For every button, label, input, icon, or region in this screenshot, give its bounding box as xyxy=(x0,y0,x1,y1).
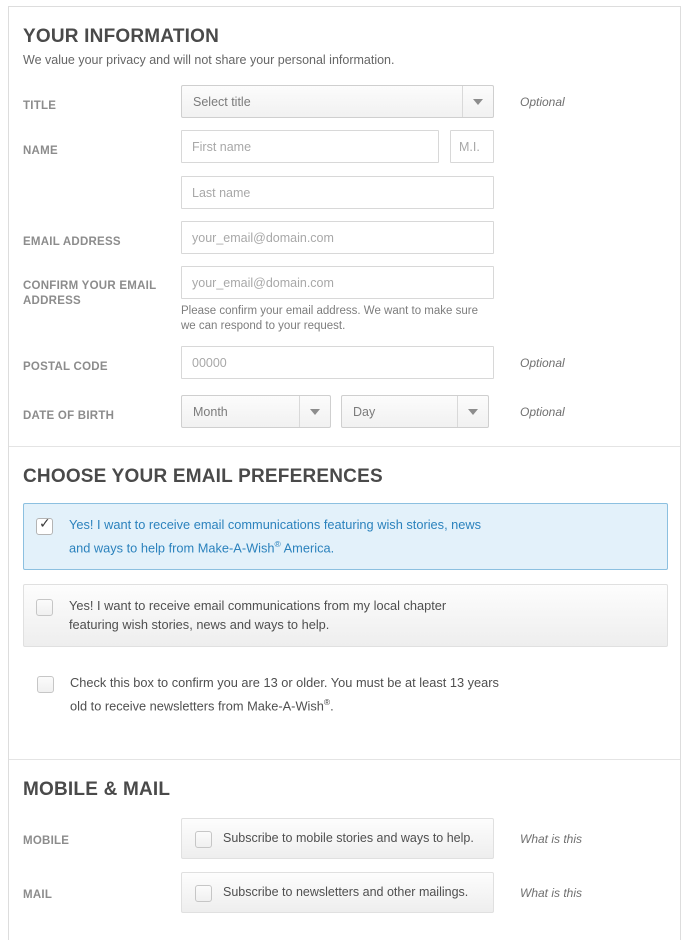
dob-optional-note: Optional xyxy=(520,405,565,419)
pref-text-main: Check this box to confirm you are 13 or … xyxy=(70,675,499,714)
mail-subscribe-box[interactable]: Subscribe to newsletters and other maili… xyxy=(181,871,494,913)
mobile-what-is-this-link[interactable]: What is this xyxy=(520,832,582,846)
last-name-input[interactable] xyxy=(181,176,494,209)
pref-text-main: Yes! I want to receive email communicati… xyxy=(69,598,447,632)
form-card: YOUR INFORMATION We value your privacy a… xyxy=(8,6,681,940)
first-name-input[interactable] xyxy=(181,130,439,163)
checkbox-local-chapter-email[interactable] xyxy=(36,599,53,617)
privacy-subtitle: We value your privacy and will not share… xyxy=(23,53,395,67)
mail-subscribe-label: Subscribe to newsletters and other maili… xyxy=(223,885,469,900)
chevron-down-icon xyxy=(299,396,330,427)
information-fields: TITLE Select title Optional NAME First n… xyxy=(23,69,666,428)
section-your-information: YOUR INFORMATION We value your privacy a… xyxy=(9,7,680,428)
mobile-mail-title: MOBILE & MAIL xyxy=(23,778,171,800)
row-name: NAME xyxy=(23,130,666,209)
email-pref-option-age-confirm-label: Check this box to confirm you are 13 or … xyxy=(70,674,500,715)
dob-day-value: Day xyxy=(353,404,376,419)
chevron-down-icon xyxy=(457,396,488,427)
row-date-of-birth: DATE OF BIRTH Month Day Optional xyxy=(23,395,666,428)
label-date-of-birth: DATE OF BIRTH xyxy=(23,410,115,422)
label-confirm-email: CONFIRM YOUR EMAIL ADDRESS xyxy=(23,280,157,307)
email-preference-options: ✓ Yes! I want to receive email communica… xyxy=(23,489,668,759)
dob-month-select[interactable]: Month xyxy=(181,395,331,428)
checkbox-age-confirmation[interactable] xyxy=(37,676,54,694)
check-icon: ✓ xyxy=(39,516,51,532)
title-select[interactable]: Select title xyxy=(181,85,494,118)
pref-text-tail: . xyxy=(330,698,334,714)
section-email-preferences: CHOOSE YOUR EMAIL PREFERENCES ✓ Yes! I w… xyxy=(9,446,680,759)
email-input[interactable] xyxy=(181,221,494,254)
row-email-address: EMAIL ADDRESS xyxy=(23,221,666,254)
row-mail: MAIL Subscribe to newsletters and other … xyxy=(23,871,666,913)
dob-day-select[interactable]: Day xyxy=(341,395,489,428)
mobile-mail-rows: MOBILE Subscribe to mobile stories and w… xyxy=(23,802,666,940)
mail-what-is-this-link[interactable]: What is this xyxy=(520,886,582,900)
label-name: NAME xyxy=(23,145,58,157)
middle-initial-input[interactable] xyxy=(450,130,494,163)
row-mobile: MOBILE Subscribe to mobile stories and w… xyxy=(23,817,666,859)
postal-code-input[interactable] xyxy=(181,346,494,379)
email-pref-option-age-confirm[interactable]: Check this box to confirm you are 13 or … xyxy=(23,661,668,728)
pref-text-tail: America. xyxy=(280,539,335,555)
title-select-value: Select title xyxy=(193,94,251,109)
label-email-address: EMAIL ADDRESS xyxy=(23,236,121,248)
label-mobile: MOBILE xyxy=(23,834,70,847)
email-pref-option-national[interactable]: ✓ Yes! I want to receive email communica… xyxy=(23,503,668,571)
page-title: YOUR INFORMATION xyxy=(23,26,220,47)
checkbox-national-email[interactable]: ✓ xyxy=(36,516,53,535)
email-pref-option-local-chapter[interactable]: Yes! I want to receive email communicati… xyxy=(23,584,668,648)
checkbox-mail-subscribe[interactable] xyxy=(195,884,212,902)
dob-month-value: Month xyxy=(193,404,228,419)
email-preferences-title: CHOOSE YOUR EMAIL PREFERENCES xyxy=(23,466,383,487)
section-mobile-mail: MOBILE & MAIL MOBILE Subscribe to mobile… xyxy=(9,758,680,940)
postal-code-optional-note: Optional xyxy=(520,356,565,370)
mobile-subscribe-label: Subscribe to mobile stories and ways to … xyxy=(223,831,474,846)
email-pref-option-national-label: Yes! I want to receive email communicati… xyxy=(69,516,499,557)
row-title: TITLE Select title Optional xyxy=(23,85,666,118)
form-page: YOUR INFORMATION We value your privacy a… xyxy=(0,0,691,940)
confirm-email-help: Please confirm your email address. We wa… xyxy=(181,305,478,332)
pref-text-main: Yes! I want to receive email communicati… xyxy=(69,517,482,555)
label-postal-code: POSTAL CODE xyxy=(23,361,108,373)
confirm-email-input[interactable] xyxy=(181,266,494,299)
mobile-subscribe-box[interactable]: Subscribe to mobile stories and ways to … xyxy=(181,817,494,859)
label-title: TITLE xyxy=(23,100,57,112)
label-mail: MAIL xyxy=(23,888,53,901)
chevron-down-icon xyxy=(462,86,493,117)
email-pref-option-local-chapter-label: Yes! I want to receive email communicati… xyxy=(69,597,499,634)
row-postal-code: POSTAL CODE Optional xyxy=(23,346,666,379)
checkbox-mobile-subscribe[interactable] xyxy=(195,830,212,848)
row-confirm-email: CONFIRM YOUR EMAIL ADDRESS Please confir… xyxy=(23,266,666,334)
title-optional-note: Optional xyxy=(520,95,565,109)
